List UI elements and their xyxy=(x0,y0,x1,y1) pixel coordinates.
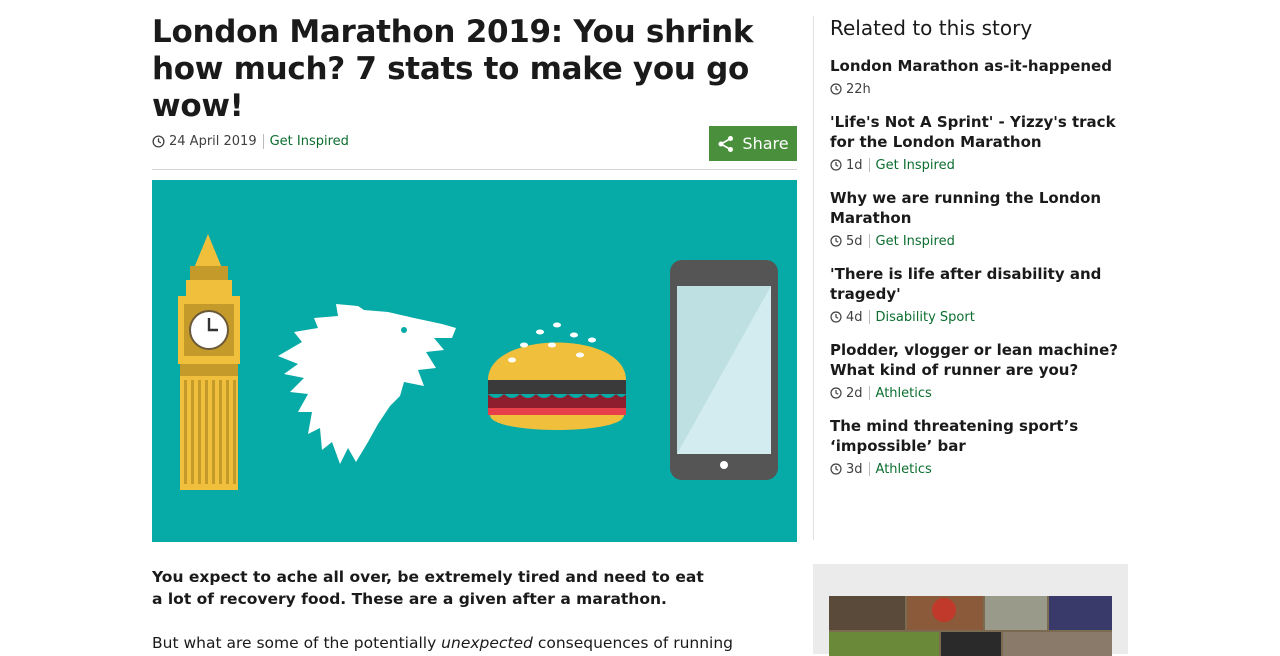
promo-image[interactable] xyxy=(829,596,1112,656)
related-item-category[interactable]: Disability Sport xyxy=(876,310,975,325)
clock-icon xyxy=(830,311,842,323)
clock-icon xyxy=(152,135,165,148)
related-item-link[interactable]: Plodder, vlogger or lean machine? What k… xyxy=(830,340,1130,380)
related-item-category[interactable]: Athletics xyxy=(876,462,932,477)
burger-icon xyxy=(488,322,626,430)
related-item-meta: 1d Get Inspired xyxy=(830,156,1130,174)
related-item-meta: 2d Athletics xyxy=(830,384,1130,402)
related-item-age: 2d xyxy=(846,385,863,401)
share-icon xyxy=(718,135,734,152)
related-item-age: 5d xyxy=(846,233,863,249)
phone-icon xyxy=(670,260,778,480)
related-item-category[interactable]: Get Inspired xyxy=(876,234,955,249)
related-item-meta: 5d Get Inspired xyxy=(830,232,1130,250)
sports-equipment-image xyxy=(829,596,1112,656)
related-item: London Marathon as-it-happened 22h xyxy=(830,56,1130,98)
clock-icon xyxy=(830,387,842,399)
related-item: Why we are running the London Marathon 5… xyxy=(830,188,1130,250)
related-item: 'There is life after disability and trag… xyxy=(830,264,1130,326)
meta-separator xyxy=(262,134,264,149)
body-text: But what are some of the potentially xyxy=(152,634,442,652)
column-divider xyxy=(813,16,814,540)
article-date-row: 24 April 2019 Get Inspired xyxy=(152,134,349,149)
clock-icon xyxy=(830,83,842,95)
share-label: Share xyxy=(742,134,789,153)
related-item-category[interactable]: Get Inspired xyxy=(876,158,955,173)
meta-separator xyxy=(868,386,870,400)
meta-separator xyxy=(868,462,870,476)
related-item-link[interactable]: Why we are running the London Marathon xyxy=(830,188,1130,228)
promo-panel xyxy=(813,564,1128,656)
body-text-cont: consequences of running xyxy=(532,634,734,652)
related-item-age: 1d xyxy=(846,157,863,173)
related-item: Plodder, vlogger or lean machine? What k… xyxy=(830,340,1130,402)
article-date: 24 April 2019 xyxy=(169,134,257,149)
related-item-category[interactable]: Athletics xyxy=(876,386,932,401)
related-stories: Related to this story London Marathon as… xyxy=(830,14,1130,492)
meta-separator xyxy=(868,158,870,172)
meta-separator xyxy=(868,234,870,248)
wolf-icon xyxy=(278,304,456,464)
related-heading: Related to this story xyxy=(830,16,1033,40)
big-ben-icon xyxy=(178,234,240,490)
article-title: London Marathon 2019: You shrink how muc… xyxy=(152,14,754,124)
hero-graphic xyxy=(178,234,778,490)
clock-icon xyxy=(830,159,842,171)
related-item-link[interactable]: 'There is life after disability and trag… xyxy=(830,264,1130,304)
article: London Marathon 2019: You shrink how muc… xyxy=(152,14,797,652)
related-item-link[interactable]: 'Life's Not A Sprint' - Yizzy's track fo… xyxy=(830,112,1130,152)
share-button[interactable]: Share xyxy=(709,126,797,161)
related-item: The mind threatening sport’s ‘impossible… xyxy=(830,416,1130,478)
related-item-meta: 22h xyxy=(830,80,1130,98)
related-item-link[interactable]: The mind threatening sport’s ‘impossible… xyxy=(830,416,1130,456)
clock-icon xyxy=(830,463,842,475)
article-lead: You expect to ache all over, be extremel… xyxy=(152,568,704,608)
related-item-meta: 3d Athletics xyxy=(830,460,1130,478)
related-item-age: 22h xyxy=(846,81,871,97)
article-meta: 24 April 2019 Get Inspired Share xyxy=(152,126,797,170)
article-category-link[interactable]: Get Inspired xyxy=(270,134,349,149)
related-item-age: 3d xyxy=(846,461,863,477)
body-emphasis: unexpected xyxy=(441,634,533,652)
clock-icon xyxy=(830,235,842,247)
article-body: But what are some of the potentially une… xyxy=(152,632,752,654)
hero-illustration xyxy=(152,180,797,542)
related-item-meta: 4d Disability Sport xyxy=(830,308,1130,326)
related-item-link[interactable]: London Marathon as-it-happened xyxy=(830,56,1130,76)
related-item: 'Life's Not A Sprint' - Yizzy's track fo… xyxy=(830,112,1130,174)
meta-separator xyxy=(868,310,870,324)
related-item-age: 4d xyxy=(846,309,863,325)
